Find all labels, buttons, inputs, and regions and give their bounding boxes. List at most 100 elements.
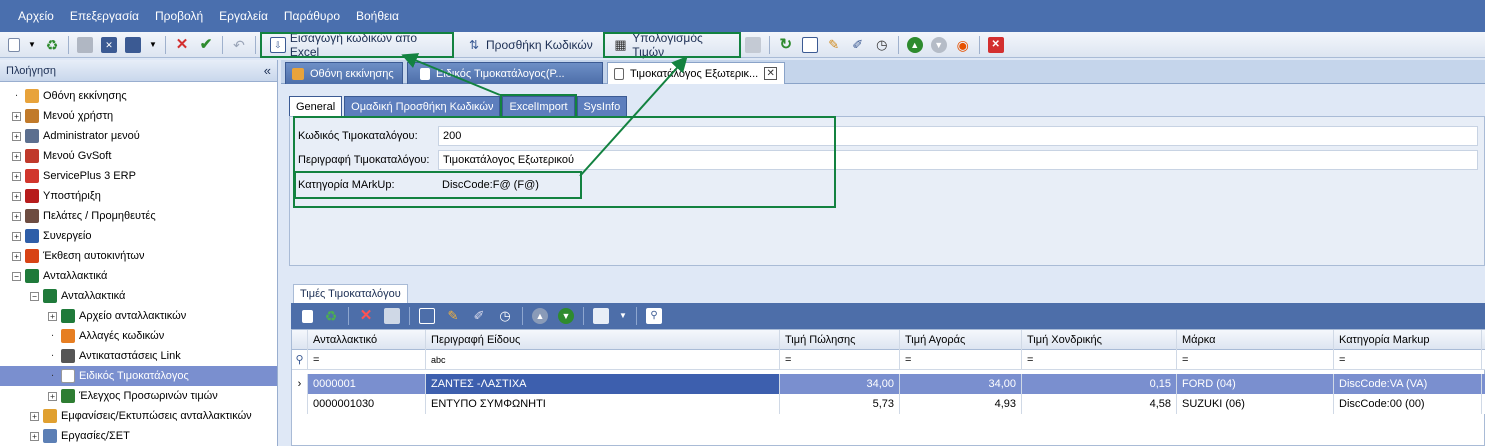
- filter-cell[interactable]: =: [1334, 349, 1482, 370]
- expand-toggle-icon[interactable]: +: [12, 111, 21, 121]
- cell-brand[interactable]: FORD (04): [1177, 374, 1334, 394]
- filter-cell[interactable]: =: [780, 349, 900, 370]
- save-as-icon[interactable]: [125, 36, 141, 53]
- cell-brand[interactable]: SUZUKI (06): [1177, 394, 1334, 414]
- sidebar-item[interactable]: · Ειδικός Τιμοκατάλογος: [0, 366, 277, 386]
- column-header[interactable]: Μάρκα: [1177, 329, 1334, 350]
- confirm-check-icon[interactable]: ✔: [198, 36, 214, 53]
- tab-external-pricelist[interactable]: Τιμοκατάλογος Εξωτερικ... ✕: [607, 62, 785, 84]
- add-codes-button[interactable]: ⇅ Προσθήκη Κωδικών: [458, 34, 597, 56]
- dropdown-arrow-icon[interactable]: ▼: [149, 37, 157, 53]
- sidebar-item[interactable]: + Πελάτες / Προμηθευτές: [0, 206, 277, 226]
- clock-icon[interactable]: ◷: [497, 308, 513, 324]
- close-tab-icon[interactable]: ✕: [764, 67, 778, 80]
- cell-markup-category[interactable]: DiscCode:VA (VA): [1334, 374, 1482, 394]
- expand-toggle-icon[interactable]: −: [30, 291, 39, 301]
- menu-file[interactable]: Αρχείο: [18, 9, 54, 23]
- code-input[interactable]: 200: [438, 126, 1478, 146]
- sidebar-item[interactable]: − Ανταλλακτικά: [0, 266, 277, 286]
- tab-group-add-codes[interactable]: Ομαδική Προσθήκη Κωδικών: [344, 96, 501, 116]
- expand-toggle-icon[interactable]: +: [48, 391, 57, 401]
- sidebar-item[interactable]: + Εμφανίσεις/Εκτυπώσεις ανταλλακτικών: [0, 406, 277, 426]
- sidebar-item[interactable]: + Έλεγχος Προσωρινών τιμών: [0, 386, 277, 406]
- menu-tools[interactable]: Εργαλεία: [219, 9, 268, 23]
- save-as-icon[interactable]: [593, 308, 609, 324]
- collapse-sidebar-icon[interactable]: «: [264, 63, 271, 78]
- attachment-icon[interactable]: ✐: [471, 308, 487, 324]
- cell-wholesale-price[interactable]: 0,15: [1022, 374, 1177, 394]
- table-row[interactable]: › 0000001 ΖΑΝΤΕΣ -ΛΑΣΤΙΧΑ 34,00 34,00 0,…: [292, 374, 1485, 394]
- menu-window[interactable]: Παράθυρο: [284, 9, 340, 23]
- sidebar-item[interactable]: + Administrator μενού: [0, 126, 277, 146]
- refresh-green-icon[interactable]: ♻: [44, 37, 60, 53]
- description-input[interactable]: Τιμοκατάλογος Εξωτερικού: [438, 150, 1478, 170]
- sidebar-item[interactable]: + Εργασίες/ΣΕΤ: [0, 426, 277, 446]
- column-header[interactable]: Τιμή Πώλησης: [780, 329, 900, 350]
- expand-toggle-icon[interactable]: +: [12, 131, 21, 141]
- expand-toggle-icon[interactable]: +: [12, 251, 21, 261]
- delete-icon[interactable]: ✕: [174, 36, 190, 53]
- column-header[interactable]: Ανταλλακτικό: [308, 329, 426, 350]
- clock-icon[interactable]: ◷: [874, 37, 890, 53]
- sidebar-item[interactable]: + Μενού GvSoft: [0, 146, 277, 166]
- tab-sysinfo[interactable]: SysInfo: [576, 96, 628, 116]
- edit-note-icon[interactable]: ✎: [445, 308, 461, 324]
- markup-input[interactable]: DiscCode:F@ (F@): [438, 175, 574, 195]
- cell-markup-category[interactable]: DiscCode:00 (00): [1334, 394, 1482, 414]
- expand-toggle-icon[interactable]: +: [12, 171, 21, 181]
- tab-special-pricelist[interactable]: Ειδικός Τιμοκατάλογος(Ρ...: [407, 62, 603, 84]
- filter-cell[interactable]: =: [1022, 349, 1177, 370]
- sidebar-item[interactable]: · Αλλαγές κωδικών: [0, 326, 277, 346]
- up-arrow-icon[interactable]: ▲: [906, 36, 923, 53]
- dropdown-arrow-icon[interactable]: ▼: [28, 37, 36, 53]
- column-header[interactable]: Κατηγορία Markup: [1334, 329, 1482, 350]
- refresh-green-icon[interactable]: ♻: [323, 308, 339, 324]
- cell-description[interactable]: ΖΑΝΤΕΣ -ΛΑΣΤΙΧΑ: [426, 374, 780, 394]
- import-excel-button[interactable]: ⇩ Εισαγωγή κωδικών απο Excel: [260, 31, 454, 59]
- column-header[interactable]: Τιμή Αγοράς: [900, 329, 1022, 350]
- reload-icon[interactable]: ↻: [778, 36, 794, 53]
- delete-icon[interactable]: ✕: [358, 308, 374, 324]
- expand-toggle-icon[interactable]: +: [12, 191, 21, 201]
- help-lifebuoy-icon[interactable]: ◉: [955, 37, 971, 53]
- sidebar-item[interactable]: · Οθόνη εκκίνησης: [0, 86, 277, 106]
- tab-start-screen[interactable]: Οθόνη εκκίνησης: [285, 62, 403, 84]
- sidebar-item[interactable]: · Αντικαταστάσεις Link: [0, 346, 277, 366]
- sidebar-item[interactable]: + Έκθεση αυτοκινήτων: [0, 246, 277, 266]
- menu-view[interactable]: Προβολή: [155, 9, 203, 23]
- down-arrow-icon[interactable]: ▼: [558, 308, 574, 324]
- edit-note-icon[interactable]: ✎: [826, 37, 842, 53]
- expand-toggle-icon[interactable]: +: [12, 211, 21, 221]
- expand-toggle-icon[interactable]: −: [12, 271, 21, 281]
- filter-icon[interactable]: ⚲: [646, 308, 662, 324]
- grid-edit-icon[interactable]: [384, 308, 400, 324]
- expand-toggle-icon[interactable]: +: [12, 151, 21, 161]
- filter-cell[interactable]: abc: [426, 349, 780, 370]
- attachment-icon[interactable]: ✐: [850, 37, 866, 53]
- expand-toggle-icon[interactable]: +: [30, 411, 39, 421]
- cell-buy-price[interactable]: 34,00: [900, 374, 1022, 394]
- window-icon[interactable]: [419, 308, 435, 324]
- filter-cell[interactable]: =: [900, 349, 1022, 370]
- tab-general[interactable]: General: [289, 96, 343, 116]
- menu-help[interactable]: Βοήθεια: [356, 9, 399, 23]
- sidebar-item[interactable]: + Αρχείο ανταλλακτικών: [0, 306, 277, 326]
- sidebar-item[interactable]: + ServicePlus 3 ERP: [0, 166, 277, 186]
- sidebar-item[interactable]: − Ανταλλακτικά: [0, 286, 277, 306]
- sidebar-item[interactable]: + Υποστήριξη: [0, 186, 277, 206]
- cell-wholesale-price[interactable]: 4,58: [1022, 394, 1177, 414]
- expand-toggle-icon[interactable]: +: [30, 431, 39, 441]
- filter-cell[interactable]: =: [308, 349, 426, 370]
- cell-sale-price[interactable]: 34,00: [780, 374, 900, 394]
- new-row-icon[interactable]: [302, 309, 313, 323]
- window-icon[interactable]: [801, 36, 818, 53]
- calculate-prices-button[interactable]: ▦ Υπολογισμός Τιμών: [602, 31, 741, 59]
- sidebar-item[interactable]: + Συνεργείο: [0, 226, 277, 246]
- close-red-icon[interactable]: ✕: [987, 36, 1004, 53]
- tab-excel-import[interactable]: ExcelImport: [500, 94, 577, 118]
- cell-buy-price[interactable]: 4,93: [900, 394, 1022, 414]
- column-header[interactable]: Περιγραφή Είδους: [426, 329, 780, 350]
- cell-sale-price[interactable]: 5,73: [780, 394, 900, 414]
- cell-description[interactable]: ΕΝΤΥΠΟ ΣΥΜΦΩΝΗΤΙ: [426, 394, 780, 414]
- filter-cell[interactable]: =: [1177, 349, 1334, 370]
